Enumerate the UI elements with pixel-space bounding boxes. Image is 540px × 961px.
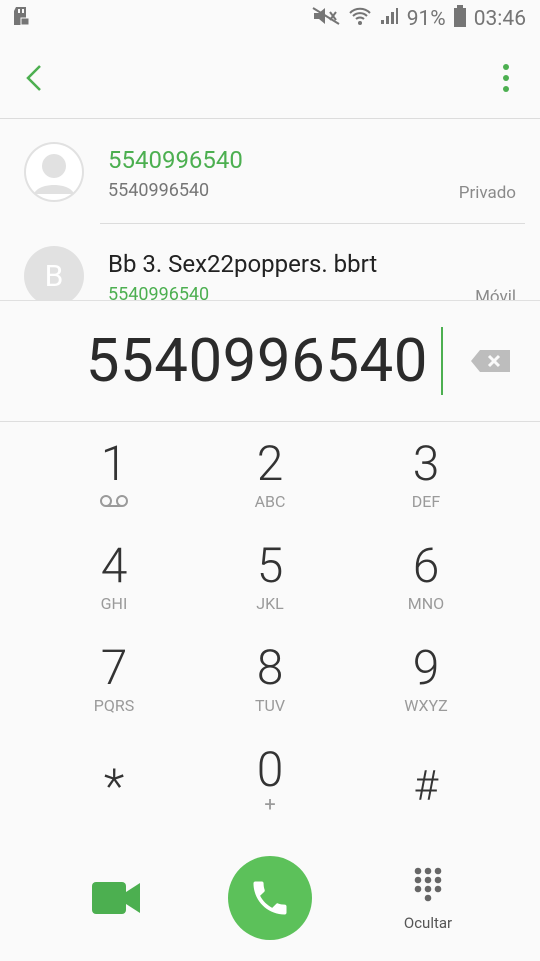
dial-key-1[interactable]: 1	[49, 436, 179, 532]
voicemail-icon	[100, 495, 128, 507]
dial-key-2[interactable]: 2 ABC	[205, 436, 335, 532]
key-digit: 8	[256, 639, 284, 696]
key-letters: JKL	[256, 594, 284, 613]
number-type: Privado	[458, 183, 516, 203]
key-digit: 7	[100, 639, 128, 696]
phone-icon	[253, 881, 287, 915]
video-camera-icon	[92, 882, 140, 914]
key-digit: 6	[412, 537, 440, 594]
avatar: B	[24, 246, 84, 300]
hide-keypad-button[interactable]: Ocultar	[392, 866, 464, 946]
key-letters: ABC	[254, 492, 286, 511]
dialed-number[interactable]: 5540996540	[86, 323, 428, 399]
contact-name: 5540996540	[108, 146, 243, 174]
contact-suggestion[interactable]: 5540996540 5540996540 Privado	[0, 120, 540, 224]
dial-key-9[interactable]: 9 WXYZ	[361, 640, 491, 736]
key-digit: 1	[100, 435, 128, 492]
bottom-action-bar: Ocultar	[0, 850, 540, 960]
call-button[interactable]	[228, 856, 312, 940]
dial-key-0[interactable]: 0 +	[205, 742, 335, 838]
number-display[interactable]: 5540996540	[0, 301, 540, 422]
wifi-icon	[348, 6, 371, 32]
status-bar: 91% 03:46	[0, 0, 540, 38]
dial-key-hash[interactable]: #	[361, 759, 491, 855]
key-letters: PQRS	[93, 696, 135, 715]
contact-name: Bb 3. Sex22poppers. bbrt	[108, 250, 378, 278]
dial-key-8[interactable]: 8 TUV	[205, 640, 335, 736]
battery-percent: 91%	[406, 7, 446, 31]
key-letters: WXYZ	[404, 696, 448, 715]
key-letters: +	[264, 792, 276, 816]
contact-suggestion[interactable]: B Bb 3. Sex22poppers. bbrt 5540996540 Mó…	[0, 224, 540, 300]
dial-key-7[interactable]: 7 PQRS	[49, 640, 179, 736]
key-digit: 4	[100, 537, 128, 594]
key-digit: 0	[256, 741, 284, 798]
key-digit: 9	[412, 639, 440, 696]
backspace-icon	[471, 350, 510, 372]
app-bar	[0, 38, 540, 118]
key-letters: TUV	[254, 696, 286, 715]
sd-card-icon	[12, 6, 30, 32]
clock: 03:46	[473, 7, 526, 31]
key-letters: MNO	[407, 594, 445, 613]
avatar-initial: B	[44, 258, 64, 294]
key-digit: 2	[256, 435, 284, 492]
key-letters: DEF	[411, 492, 441, 511]
contact-number: 5540996540	[108, 180, 210, 201]
chevron-left-icon	[26, 65, 41, 91]
back-button[interactable]	[18, 60, 54, 96]
avatar	[24, 142, 84, 202]
battery-icon	[453, 5, 466, 33]
more-vert-icon	[503, 64, 509, 92]
dialpad-icon	[414, 867, 442, 902]
dial-key-4[interactable]: 4 GHI	[49, 538, 179, 634]
video-call-button[interactable]	[90, 880, 142, 916]
backspace-button[interactable]	[470, 349, 512, 373]
key-letters: GHI	[100, 594, 128, 613]
number-type: Móvil	[475, 287, 516, 300]
hide-label: Ocultar	[403, 914, 453, 932]
dial-key-3[interactable]: 3 DEF	[361, 436, 491, 532]
appbar-divider	[0, 118, 540, 119]
text-cursor	[441, 327, 443, 395]
signal-icon	[379, 6, 399, 32]
key-digit: 3	[412, 435, 440, 492]
key-digit: *	[103, 758, 125, 815]
person-placeholder-icon	[26, 144, 82, 200]
dial-key-6[interactable]: 6 MNO	[361, 538, 491, 634]
mute-icon	[311, 6, 341, 32]
dial-key-5[interactable]: 5 JKL	[205, 538, 335, 634]
more-options-button[interactable]	[498, 60, 514, 96]
dial-key-star[interactable]: *	[49, 759, 179, 855]
key-digit: 5	[256, 537, 284, 594]
key-digit: #	[413, 762, 439, 811]
contact-number: 5540996540	[108, 284, 210, 300]
